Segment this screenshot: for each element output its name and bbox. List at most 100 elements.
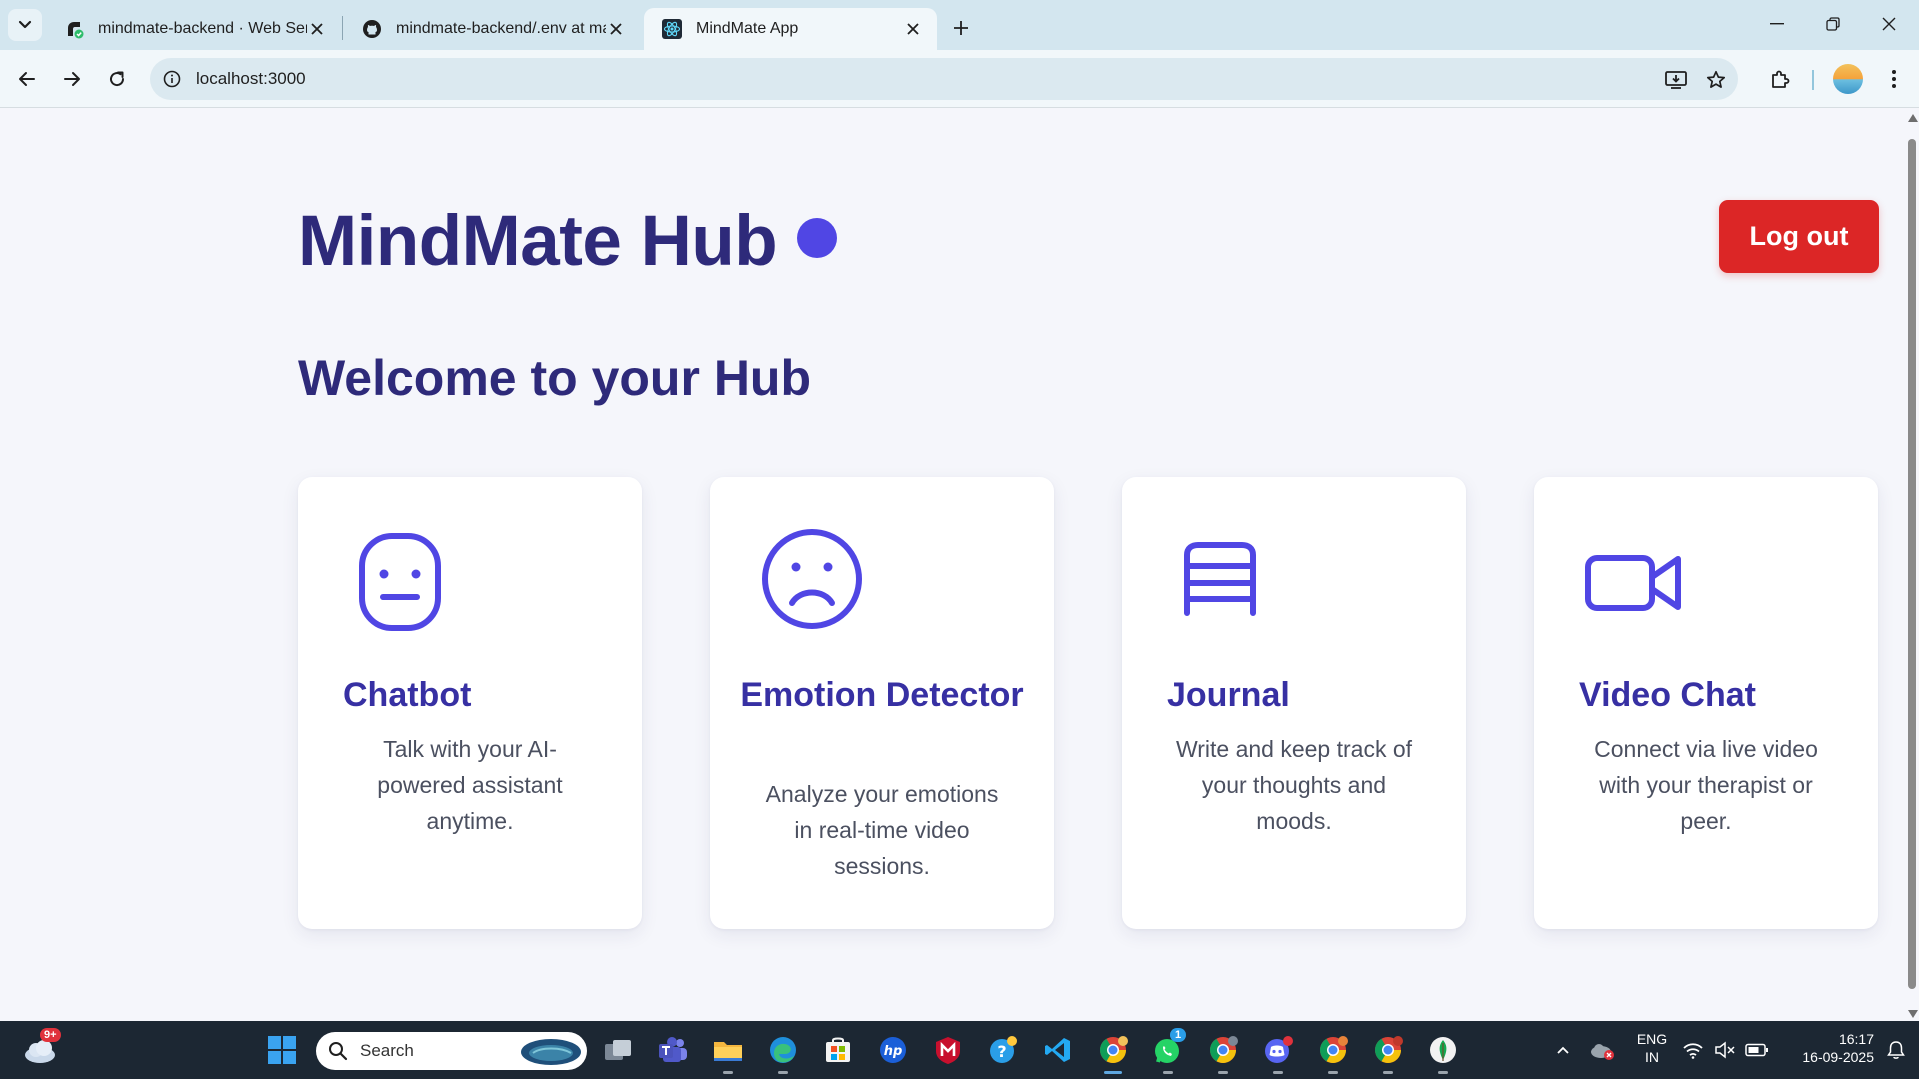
card-video-chat[interactable]: Video Chat Connect via live video with y…	[1534, 477, 1878, 929]
page-viewport: MindMate Hub Log out Welcome to your Hub…	[0, 109, 1905, 1021]
menu-button[interactable]	[1878, 63, 1910, 95]
mcafee-icon[interactable]	[928, 1030, 968, 1070]
scroll-up-icon[interactable]	[1908, 114, 1918, 122]
speaker-muted-icon[interactable]	[1709, 1030, 1741, 1070]
reload-icon	[110, 71, 125, 87]
card-description: Write and keep track of your thoughts an…	[1175, 736, 1413, 834]
page-title: MindMate Hub	[298, 202, 778, 281]
restore-button[interactable]	[1810, 8, 1856, 40]
whatsapp-icon[interactable]: 1	[1148, 1028, 1188, 1070]
logout-button[interactable]: Log out	[1719, 200, 1879, 273]
tab-render-backend[interactable]: mindmate-backend · Web Serv	[46, 8, 341, 50]
taskbar-indicator	[1163, 1071, 1173, 1074]
restore-icon	[1826, 17, 1840, 31]
card-journal[interactable]: Journal Write and keep track of your tho…	[1122, 477, 1466, 929]
tab-mindmate-app[interactable]: MindMate App	[644, 8, 937, 50]
url-text[interactable]: localhost:3000	[196, 69, 306, 89]
search-label: Search	[360, 1041, 414, 1060]
chrome-profile-icon[interactable]	[1203, 1030, 1243, 1070]
github-favicon-icon	[362, 19, 382, 39]
language-code: ENG	[1636, 1031, 1668, 1047]
reload-button[interactable]	[101, 63, 133, 95]
file-explorer-icon[interactable]	[708, 1030, 748, 1070]
plus-icon	[954, 21, 968, 35]
card-emotion-detector[interactable]: Emotion Detector Analyze your emotions i…	[710, 477, 1054, 929]
onedrive-icon[interactable]	[1582, 1030, 1622, 1070]
card-description: Talk with your AI-powered assistant anyt…	[377, 736, 563, 834]
windows-logo-icon	[268, 1036, 296, 1064]
new-tab-button[interactable]	[946, 13, 976, 43]
language-indicator[interactable]: ENG IN	[1630, 1030, 1674, 1066]
card-title: Journal	[1167, 676, 1290, 714]
tab-separator	[342, 16, 343, 40]
site-info-icon[interactable]	[160, 67, 184, 91]
tab-title: MindMate App	[696, 20, 799, 37]
card-title: Emotion Detector	[740, 676, 1024, 714]
bookmark-star-icon[interactable]	[1703, 67, 1729, 93]
vscode-icon[interactable]	[1038, 1030, 1078, 1070]
toolbar-divider	[1812, 70, 1814, 90]
close-icon[interactable]	[606, 19, 626, 39]
journal-icon	[1182, 541, 1258, 622]
chrome-icon-active[interactable]	[1093, 1030, 1133, 1070]
close-icon[interactable]	[903, 19, 923, 39]
mongodb-compass-icon[interactable]	[1423, 1030, 1463, 1070]
hp-icon[interactable]: hp	[873, 1030, 913, 1070]
taskbar-search[interactable]: Search	[316, 1032, 587, 1070]
tab-search-button[interactable]	[8, 9, 42, 41]
tab-strip: mindmate-backend · Web Serv mindmate-bac…	[0, 0, 1919, 50]
notifications-icon[interactable]	[1876, 1030, 1916, 1070]
tab-title: mindmate-backend · Web Serv	[98, 20, 307, 37]
arrow-left-icon	[19, 72, 35, 86]
back-button[interactable]	[11, 63, 43, 95]
react-favicon-icon	[662, 19, 682, 39]
get-help-icon[interactable]: ?	[983, 1030, 1023, 1070]
card-description: Analyze your emotions in real-time video…	[765, 781, 999, 879]
taskbar-indicator	[1438, 1071, 1448, 1074]
browser-toolbar: localhost:3000	[0, 50, 1919, 108]
kebab-menu-icon	[1892, 70, 1896, 88]
puzzle-icon	[1772, 70, 1790, 88]
show-hidden-icons-button[interactable]	[1543, 1030, 1583, 1070]
taskbar-indicator	[1383, 1071, 1393, 1074]
weather-widget[interactable]: 9+	[20, 1028, 61, 1070]
clock[interactable]: 16:17 16-09-2025	[1780, 1030, 1874, 1066]
svg-text:hp: hp	[884, 1044, 903, 1059]
clock-time: 16:17	[1838, 1031, 1874, 1047]
address-bar[interactable]: localhost:3000	[150, 58, 1738, 100]
taskbar-indicator	[1273, 1071, 1283, 1074]
vertical-scrollbar[interactable]	[1905, 109, 1919, 1021]
arrow-right-icon	[64, 72, 80, 86]
install-app-icon[interactable]	[1663, 67, 1689, 93]
profile-avatar[interactable]	[1833, 64, 1863, 94]
whatsapp-badge: 1	[1170, 1028, 1187, 1042]
close-icon[interactable]	[307, 19, 327, 39]
scroll-down-icon[interactable]	[1908, 1010, 1918, 1018]
svg-text:?: ?	[997, 1042, 1006, 1061]
minimize-icon	[1770, 23, 1784, 25]
taskbar-indicator	[1218, 1071, 1228, 1074]
card-chatbot[interactable]: Chatbot Talk with your AI-powered assist…	[298, 477, 642, 929]
chrome-profile-icon[interactable]	[1313, 1030, 1353, 1070]
extensions-button[interactable]	[1765, 63, 1797, 95]
minimize-button[interactable]	[1754, 8, 1800, 40]
neutral-face-icon	[358, 532, 442, 637]
forward-button[interactable]	[56, 63, 88, 95]
tab-github-env[interactable]: mindmate-backend/.env at mai	[344, 8, 640, 50]
edge-icon[interactable]	[763, 1030, 803, 1070]
teams-icon[interactable]	[653, 1030, 693, 1070]
scrollbar-thumb[interactable]	[1908, 139, 1916, 989]
windows-taskbar: 9+ Search hp ? 1 ENG IN 16:17 16-09-2025	[0, 1021, 1919, 1079]
welcome-heading: Welcome to your Hub	[298, 350, 812, 406]
notification-badge: 9+	[40, 1028, 61, 1042]
region-code: IN	[1645, 1049, 1659, 1065]
start-button[interactable]	[262, 1030, 302, 1070]
battery-icon[interactable]	[1740, 1030, 1774, 1070]
discord-icon[interactable]	[1258, 1030, 1298, 1070]
microsoft-store-icon[interactable]	[818, 1030, 858, 1070]
close-window-button[interactable]	[1866, 8, 1912, 40]
task-view-icon[interactable]	[598, 1030, 638, 1070]
card-description: Connect via live video with your therapi…	[1594, 736, 1818, 834]
wifi-icon[interactable]	[1677, 1030, 1709, 1070]
chrome-profile-icon[interactable]	[1368, 1030, 1408, 1070]
